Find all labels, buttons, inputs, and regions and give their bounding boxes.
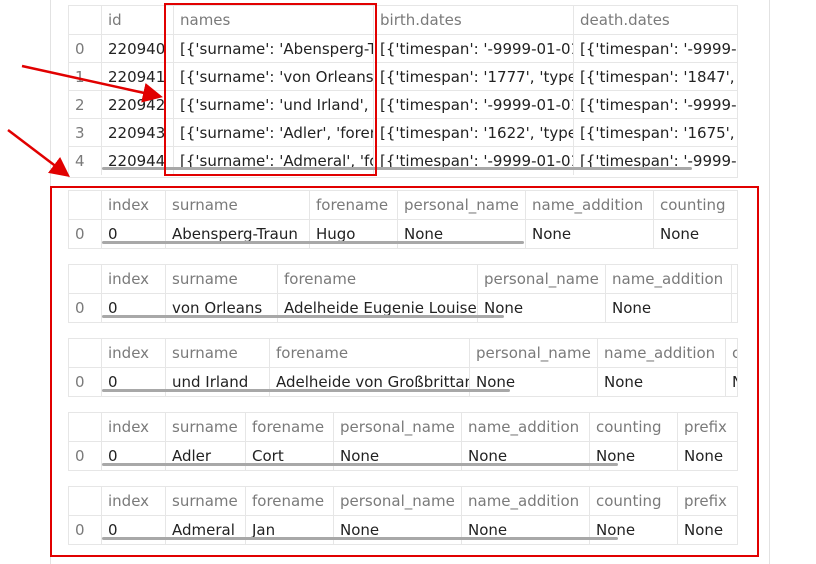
arrow-to-expanded-tables bbox=[7, 129, 70, 178]
expanded-names-highlight bbox=[50, 186, 759, 557]
names-column-highlight bbox=[164, 3, 377, 176]
arrow-to-names-column bbox=[21, 64, 163, 103]
